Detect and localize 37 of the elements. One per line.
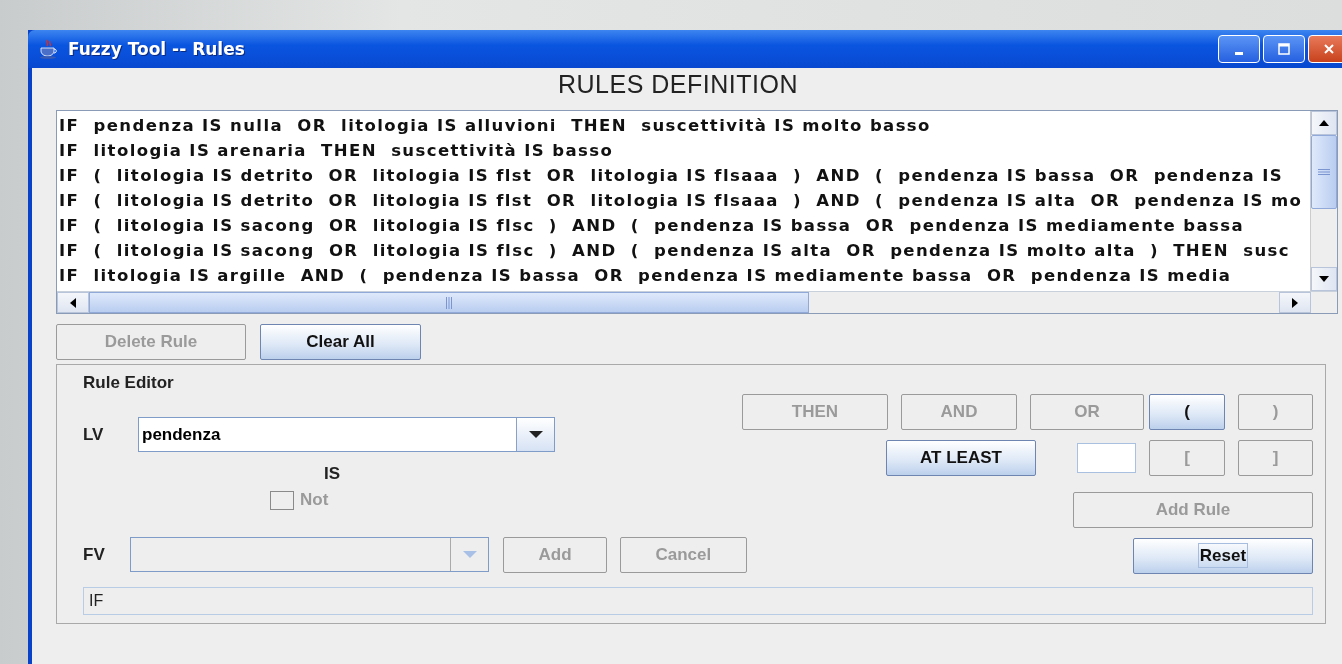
vertical-scrollbar[interactable] — [1310, 111, 1337, 291]
close-button[interactable] — [1308, 35, 1342, 63]
window-title: Fuzzy Tool -- Rules — [68, 39, 245, 59]
rule-row[interactable]: IF ( litologia IS sacong OR litologia IS flsc ) AND ( pendenza IS bassa OR pendenza IS mediamente bassa — [59, 213, 1310, 238]
right-arrow-icon — [1292, 297, 1298, 308]
minimize-button[interactable] — [1218, 35, 1260, 63]
left-arrow-icon — [70, 297, 76, 308]
lv-dropdown[interactable]: pendenza — [138, 417, 555, 452]
reset-button[interactable]: Reset — [1133, 538, 1313, 574]
caret-icon — [463, 551, 477, 558]
coffee-cup-icon — [38, 39, 60, 59]
operator-button[interactable]: AT LEAST — [886, 440, 1036, 476]
close-icon — [1323, 43, 1335, 55]
up-arrow-icon — [1319, 120, 1329, 126]
maximize-icon — [1278, 43, 1290, 55]
maximize-button[interactable] — [1263, 35, 1305, 63]
page-heading: RULES DEFINITION — [557, 69, 799, 100]
rule-row[interactable]: IF ( litologia IS detrito OR litologia IS flst OR litologia IS flsaaa ) AND ( pendenza IS alta OR pendenza IS mo — [59, 188, 1310, 213]
caret-icon — [528, 431, 543, 438]
rule-row[interactable]: IF ( litologia IS sacong OR litologia IS flsc ) AND ( pendenza IS alta OR pendenza IS molto alta ) THEN susc — [59, 238, 1310, 263]
minimize-icon — [1235, 51, 1243, 55]
grip-icon — [1318, 169, 1330, 175]
down-arrow-icon — [1319, 276, 1329, 282]
expression-field[interactable]: IF — [83, 587, 1313, 615]
field-label: LV — [83, 424, 105, 445]
rule-row[interactable]: IF litologia IS argille AND ( pendenza IS bassa OR pendenza IS mediamente bassa OR pendenza IS media — [59, 263, 1310, 288]
count-field[interactable] — [1077, 443, 1136, 473]
grip-icon — [446, 296, 452, 309]
panel-title: Rule Editor — [83, 373, 175, 394]
operator-button[interactable]: ( — [1149, 394, 1225, 430]
field-label: FV — [83, 544, 106, 565]
is-label: IS — [324, 464, 342, 484]
horizontal-scrollbar[interactable] — [57, 291, 1337, 313]
rule-row[interactable]: IF litologia IS arenaria THEN suscettività IS basso — [59, 138, 1310, 163]
list-action-button[interactable]: Clear All — [260, 324, 421, 360]
rule-row[interactable]: IF ( litologia IS detrito OR litologia IS flst OR litologia IS flsaaa ) AND ( pendenza IS bassa OR pendenza IS — [59, 163, 1310, 188]
rule-row[interactable]: IF pendenza IS nulla OR litologia IS alluvioni THEN suscettività IS molto basso — [59, 113, 1310, 138]
